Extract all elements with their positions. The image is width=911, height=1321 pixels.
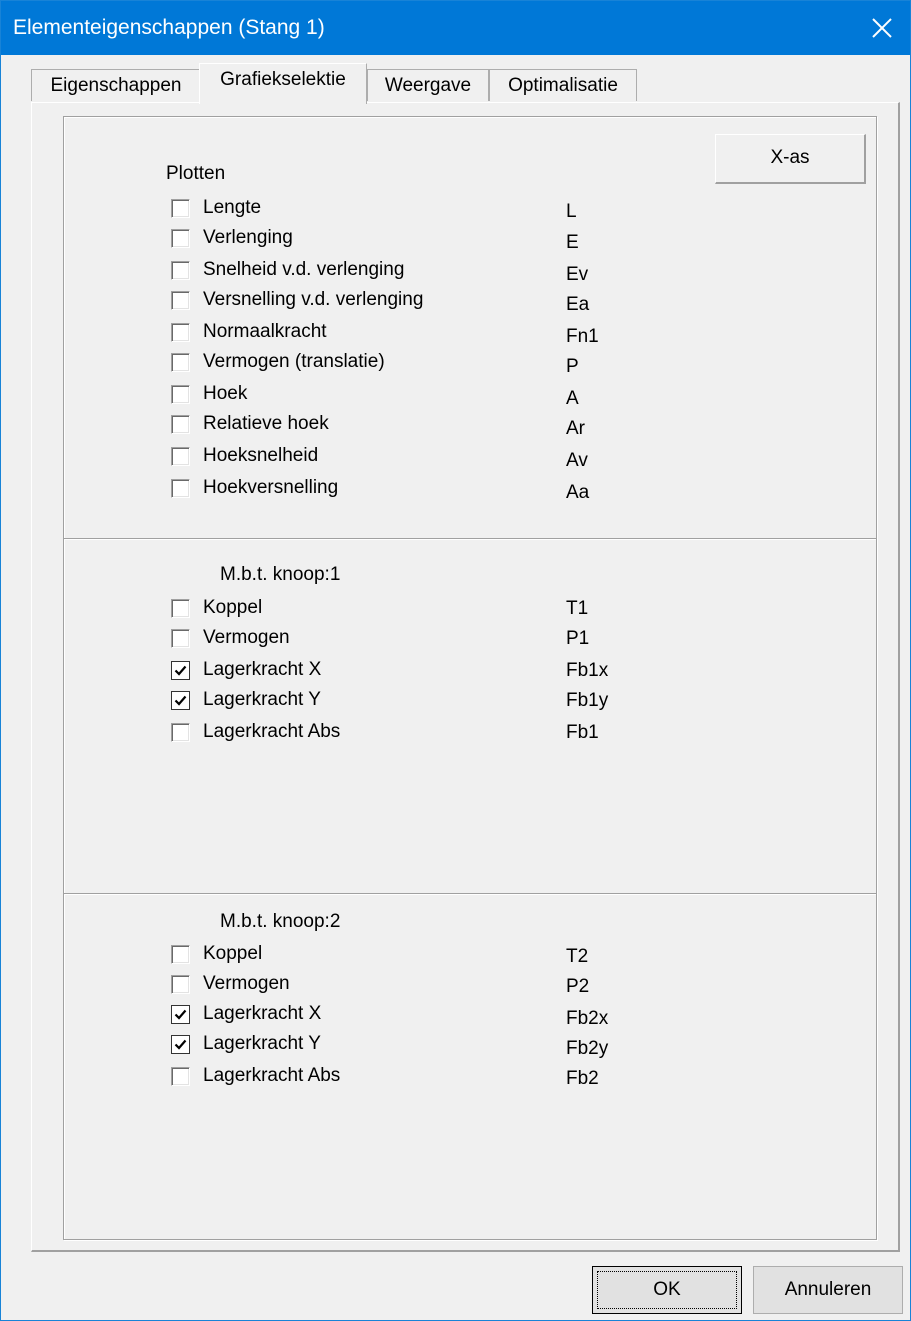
snelheid-code: Ev [566,264,589,285]
knoop1-lagerkracht-x-checkbox[interactable] [171,661,190,680]
verlenging-checkbox[interactable] [171,229,190,248]
knoop2-lagerkracht-abs-checkbox[interactable] [171,1067,190,1086]
knoop1-group [63,538,877,894]
knoop2-lagerkracht-y-code: Fb2y [566,1038,609,1059]
knoop1-heading: M.b.t. knoop:1 [220,564,341,585]
tab-label: Weergave [384,75,472,96]
knoop1-vermogen-label: Vermogen [203,627,290,648]
ok-button-label: OK [653,1279,681,1300]
versnelling-label: Versnelling v.d. verlenging [203,289,424,310]
dialog-window: Elementeigenschappen (Stang 1) Eigenscha… [0,0,911,1321]
close-button[interactable] [854,1,910,55]
checkmark-icon [174,1009,187,1020]
knoop1-koppel-checkbox[interactable] [171,599,190,618]
verlenging-code: E [566,232,579,253]
plotten-heading: Plotten [166,163,226,184]
tab-grafiekselektie[interactable]: Grafiekselektie [199,63,367,104]
hoek-label: Hoek [203,383,248,404]
cancel-button-label: Annuleren [784,1279,872,1300]
checkmark-icon [174,695,187,706]
knoop2-lagerkracht-y-label: Lagerkracht Y [203,1033,321,1054]
checkmark-icon [174,665,187,676]
xas-button[interactable]: X-as [715,134,866,184]
knoop2-heading: M.b.t. knoop:2 [220,911,341,932]
relatieve-hoek-code: Ar [566,418,585,439]
knoop1-lagerkracht-y-checkbox[interactable] [171,691,190,710]
normaalkracht-code: Fn1 [566,326,599,347]
relatieve-hoek-label: Relatieve hoek [203,413,329,434]
hoekversnelling-checkbox[interactable] [171,479,190,498]
hoekversnelling-label: Hoekversnelling [203,477,339,498]
hoeksnelheid-label: Hoeksnelheid [203,445,319,466]
vermogen-translatie-code: P [566,356,579,377]
knoop2-lagerkracht-y-checkbox[interactable] [171,1035,190,1054]
tab-eigenschappen[interactable]: Eigenschappen [31,69,201,101]
knoop1-lagerkracht-x-label: Lagerkracht X [203,659,322,680]
knoop2-lagerkracht-abs-code: Fb2 [566,1068,599,1089]
knoop1-lagerkracht-x-code: Fb1x [566,660,609,681]
knoop1-koppel-code: T1 [566,598,589,619]
verlenging-label: Verlenging [203,227,293,248]
snelheid-label: Snelheid v.d. verlenging [203,259,405,280]
versnelling-checkbox[interactable] [171,291,190,310]
knoop2-lagerkracht-x-code: Fb2x [566,1008,609,1029]
knoop1-lagerkracht-y-code: Fb1y [566,690,609,711]
knoop2-lagerkracht-x-checkbox[interactable] [171,1005,190,1024]
hoeksnelheid-checkbox[interactable] [171,447,190,466]
knoop2-vermogen-checkbox[interactable] [171,975,190,994]
hoekversnelling-code: Aa [566,482,590,503]
knoop1-lagerkracht-abs-checkbox[interactable] [171,723,190,742]
xas-button-label: X-as [770,147,810,168]
tab-weergave[interactable]: Weergave [367,69,489,101]
knoop1-lagerkracht-y-label: Lagerkracht Y [203,689,321,710]
tab-label: Optimalisatie [508,75,618,96]
knoop2-koppel-label: Koppel [203,943,263,964]
knoop2-vermogen-label: Vermogen [203,973,290,994]
knoop1-vermogen-checkbox[interactable] [171,629,190,648]
cancel-button[interactable]: Annuleren [753,1266,903,1314]
lengte-checkbox[interactable] [171,199,190,218]
normaalkracht-label: Normaalkracht [203,321,327,342]
snelheid-checkbox[interactable] [171,261,190,280]
versnelling-code: Ea [566,294,590,315]
ok-button[interactable]: OK [592,1266,742,1314]
knoop1-lagerkracht-abs-label: Lagerkracht Abs [203,721,341,742]
hoeksnelheid-code: Av [566,450,588,471]
normaalkracht-checkbox[interactable] [171,323,190,342]
knoop1-vermogen-code: P1 [566,628,590,649]
knoop1-koppel-label: Koppel [203,597,263,618]
close-icon [872,18,892,38]
tab-optimalisatie[interactable]: Optimalisatie [489,69,637,101]
knoop2-lagerkracht-abs-label: Lagerkracht Abs [203,1065,341,1086]
knoop2-koppel-code: T2 [566,946,589,967]
knoop2-lagerkracht-x-label: Lagerkracht X [203,1003,322,1024]
lengte-label: Lengte [203,197,262,218]
vermogen-translatie-label: Vermogen (translatie) [203,351,385,372]
vermogen-translatie-checkbox[interactable] [171,353,190,372]
knoop2-koppel-checkbox[interactable] [171,945,190,964]
tab-label: Grafiekselektie [220,69,346,90]
knoop1-lagerkracht-abs-code: Fb1 [566,722,599,743]
relatieve-hoek-checkbox[interactable] [171,415,190,434]
knoop2-vermogen-code: P2 [566,976,590,997]
title-bar[interactable]: Elementeigenschappen (Stang 1) [1,1,910,55]
lengte-code: L [566,201,577,222]
window-title: Elementeigenschappen (Stang 1) [13,16,325,39]
hoek-code: A [566,388,579,409]
hoek-checkbox[interactable] [171,385,190,404]
tab-label: Eigenschappen [50,75,182,96]
checkmark-icon [174,1039,187,1050]
